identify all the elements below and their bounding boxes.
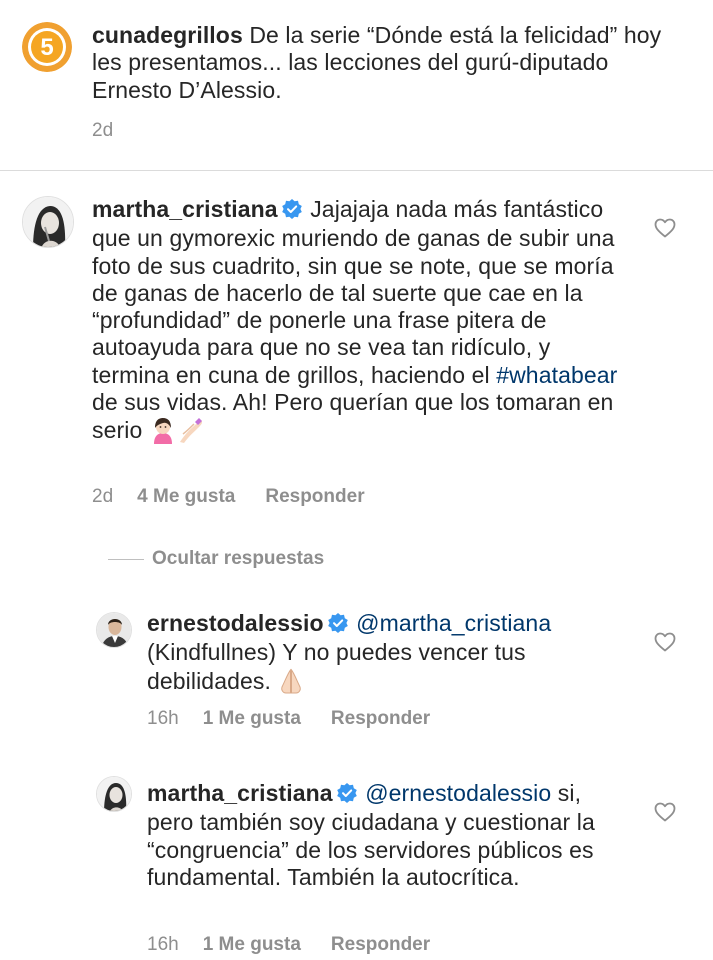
avatar-martha-cristiana[interactable] [22, 196, 74, 248]
verified-icon [327, 612, 348, 639]
heart-outline-icon[interactable] [654, 632, 676, 652]
comment-cunadegrillos: cunadegrillos De la serie “Dónde está la… [92, 22, 672, 104]
comment-time: 2d [92, 486, 114, 507]
mention-link[interactable]: @ernestodalessio [365, 780, 551, 806]
username-cunadegrillos[interactable]: cunadegrillos [92, 22, 243, 48]
comment-time: 2d [92, 120, 114, 141]
likes-count[interactable]: 1 Me gusta [203, 708, 301, 729]
comment-body: Jajajaja nada más fantástico que un gymo… [92, 196, 615, 388]
reply-button[interactable]: Responder [331, 708, 430, 729]
reply-meta: 16h 1 Me gusta Responder [147, 708, 430, 730]
heart-outline-icon[interactable] [654, 802, 676, 822]
reply-button[interactable]: Responder [265, 486, 364, 507]
folded-hands-emoji-icon [277, 667, 305, 701]
avatar-ernestodalessio[interactable] [96, 612, 132, 648]
mention-link[interactable]: @martha_cristiana [356, 610, 551, 636]
reply-time: 16h [147, 708, 179, 729]
avatar-badge-label: 5 [40, 34, 53, 61]
hide-replies-label: Ocultar respuestas [152, 548, 325, 569]
nail-polish-emoji-icon [177, 416, 205, 450]
reply-time: 16h [147, 934, 179, 955]
avatar-martha-cristiana-reply[interactable] [96, 776, 132, 812]
comment-meta: 2d 4 Me gusta Responder [92, 486, 365, 508]
heart-outline-icon[interactable] [654, 218, 676, 238]
username-ernestodalessio[interactable]: ernestodalessio [147, 610, 324, 636]
hashtag-link[interactable]: #whatabear [496, 362, 617, 388]
verified-icon [336, 782, 357, 809]
divider [0, 170, 713, 171]
reply-button[interactable]: Responder [331, 934, 430, 955]
avatar-cunadegrillos[interactable]: 5 [22, 22, 72, 72]
woman-tipping-hand-emoji-icon [149, 416, 177, 450]
comment-meta: 2d [92, 120, 137, 142]
reply-martha-cristiana: martha_cristiana @ernestodalessio si, pe… [147, 780, 627, 891]
verified-icon [281, 198, 302, 225]
hide-replies-button[interactable]: Ocultar respuestas [108, 548, 324, 570]
reply-meta: 16h 1 Me gusta Responder [147, 934, 430, 956]
likes-count[interactable]: 1 Me gusta [203, 934, 301, 955]
hide-replies-line [108, 558, 144, 560]
likes-count[interactable]: 4 Me gusta [137, 486, 235, 507]
reply-body: (Kindfullnes) Y no puedes vencer tus deb… [147, 639, 526, 694]
comment-martha-cristiana: martha_cristiana Jajajaja nada más fantá… [92, 196, 632, 451]
username-martha-cristiana[interactable]: martha_cristiana [92, 196, 278, 222]
username-martha-cristiana[interactable]: martha_cristiana [147, 780, 333, 806]
reply-ernestodalessio: ernestodalessio @martha_cristiana (Kindf… [147, 610, 627, 701]
